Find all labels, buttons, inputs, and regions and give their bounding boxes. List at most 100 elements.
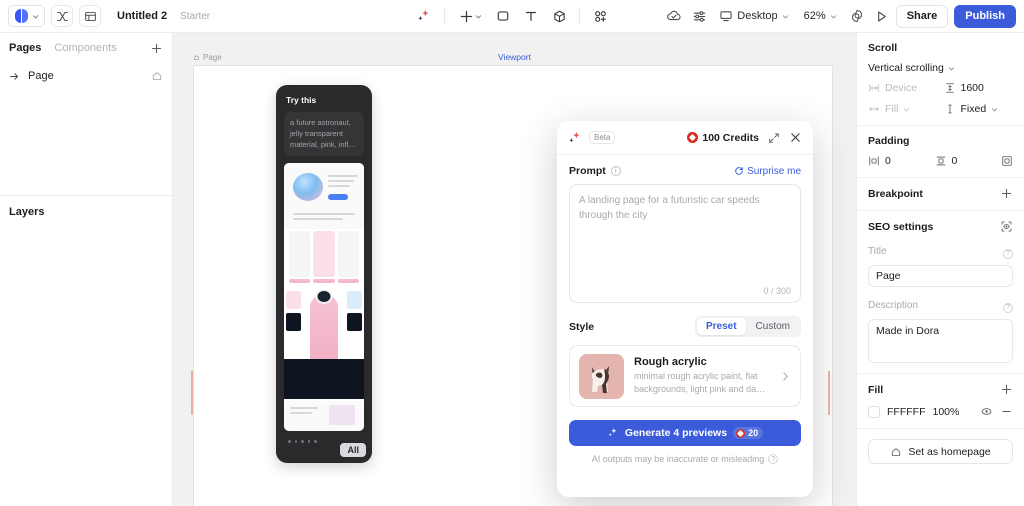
- fill-visibility-toggle[interactable]: [980, 405, 993, 418]
- sidebar-item-page[interactable]: Page: [0, 63, 172, 89]
- style-card-title: Rough acrylic: [634, 356, 707, 369]
- table-icon[interactable]: [79, 5, 101, 27]
- app-root: Untitled 2 Starter Desktop 62% Share Pub…: [0, 0, 1024, 506]
- question-icon: ?: [1003, 248, 1013, 259]
- chevron-down-icon: [32, 14, 39, 19]
- seo-title-help-icon[interactable]: ?: [1003, 242, 1013, 260]
- fixed-mode-field[interactable]: Fixed: [944, 103, 1014, 115]
- tab-custom[interactable]: Custom: [747, 318, 799, 335]
- selection-handle-right[interactable]: [828, 371, 830, 415]
- frame-tool[interactable]: [490, 4, 516, 28]
- components-icon: [594, 10, 606, 22]
- toolbar-divider: [444, 9, 445, 23]
- style-preset-card[interactable]: Rough acrylic minimal rough acrylic pain…: [569, 345, 801, 407]
- style-card-texts: Rough acrylic minimal rough acrylic pain…: [634, 356, 770, 395]
- shuffle-icon[interactable]: [51, 5, 73, 27]
- pages-components-tabs: Pages Components: [0, 33, 172, 63]
- tab-preset[interactable]: Preset: [696, 318, 746, 335]
- tab-pages[interactable]: Pages: [9, 42, 41, 54]
- cloud-check-icon[interactable]: [663, 5, 685, 27]
- padding-horizontal-value: 0: [885, 155, 891, 167]
- seo-description-input[interactable]: Made in Dora: [868, 319, 1013, 363]
- padding-vertical-field[interactable]: 0: [935, 155, 996, 167]
- publish-button[interactable]: Publish: [954, 4, 1016, 28]
- zoom-selector[interactable]: 62%: [798, 4, 843, 28]
- try-this-preview-thumbnail[interactable]: [284, 163, 364, 431]
- canvas-area[interactable]: Page Viewport Try this a future astronau…: [173, 33, 856, 506]
- astronaut-figure: [310, 295, 338, 367]
- set-as-homepage-button[interactable]: Set as homepage: [868, 439, 1013, 464]
- canvas-page-tag[interactable]: Page: [193, 53, 222, 62]
- add-page-button[interactable]: [150, 42, 163, 55]
- width-value: Device: [885, 82, 918, 94]
- beta-badge: Beta: [589, 131, 616, 144]
- try-this-prompt[interactable]: a future astronaut, jelly transparent ma…: [284, 112, 364, 156]
- breakpoint-header: Breakpoint: [868, 187, 1013, 200]
- collapse-arrows-icon[interactable]: [768, 132, 780, 144]
- generate-cost-badge: 20: [733, 427, 764, 439]
- height-value: 1600: [960, 82, 984, 94]
- eye-icon: [981, 408, 992, 415]
- surprise-me-label: Surprise me: [747, 165, 801, 177]
- padding-grid: 0 0: [868, 155, 1013, 167]
- try-this-panel: Try this a future astronaut, jelly trans…: [276, 85, 372, 463]
- generate-previews-label: Generate 4 previews: [624, 427, 728, 439]
- refresh-icon: [735, 167, 743, 175]
- padding-horizontal-field[interactable]: 0: [868, 155, 929, 167]
- insert-tool[interactable]: [452, 4, 488, 28]
- surprise-me-button[interactable]: Surprise me: [734, 166, 801, 177]
- width-icon: [869, 84, 879, 92]
- seo-scan-icon[interactable]: [1000, 220, 1013, 233]
- layers-section-title: Layers: [9, 206, 45, 218]
- width-field[interactable]: Device: [868, 82, 938, 94]
- device-label: Desktop: [737, 10, 778, 22]
- question-icon[interactable]: ?: [768, 454, 779, 464]
- seo-title-input[interactable]: Page: [868, 265, 1013, 287]
- prompt-header-row: Prompt i Surprise me: [569, 165, 801, 177]
- gear-icon[interactable]: [846, 5, 868, 27]
- toolbar-right-group: Desktop 62% Share Publish: [663, 4, 1016, 28]
- fill-color-swatch[interactable]: [868, 405, 880, 418]
- add-breakpoint-button[interactable]: [1000, 187, 1013, 200]
- app-logo-button[interactable]: [8, 5, 45, 27]
- share-button[interactable]: Share: [895, 4, 949, 28]
- ai-generate-dialog: Beta 100 Credits Prompt i Surprise me A …: [557, 121, 813, 497]
- credits-display[interactable]: 100 Credits: [687, 132, 759, 144]
- padding-all-button[interactable]: [1001, 155, 1013, 167]
- close-icon[interactable]: [789, 131, 802, 144]
- prompt-input[interactable]: A landing page for a futuristic car spee…: [569, 184, 801, 303]
- scroll-size-grid: Device 1600 Fill Fixed: [868, 82, 1013, 115]
- fill-opacity-value[interactable]: 100%: [932, 406, 959, 418]
- chevron-right-icon[interactable]: [780, 371, 791, 382]
- tab-components[interactable]: Components: [54, 42, 116, 54]
- selection-handle-left[interactable]: [191, 371, 193, 415]
- view-all-button[interactable]: All: [340, 443, 366, 457]
- plus-icon: [460, 10, 472, 22]
- device-selector[interactable]: Desktop: [713, 4, 794, 28]
- credits-label: 100 Credits: [702, 131, 759, 144]
- remove-fill-button[interactable]: [1000, 405, 1013, 418]
- preview-dark-section: [284, 359, 364, 399]
- sparkle-icon: [569, 131, 580, 142]
- add-fill-button[interactable]: [1000, 383, 1013, 396]
- seo-description-help-icon[interactable]: ?: [1003, 296, 1013, 314]
- padding-all-icon: [1002, 156, 1012, 166]
- sliders-icon[interactable]: [688, 5, 710, 27]
- play-icon[interactable]: [871, 5, 893, 27]
- height-field[interactable]: 1600: [944, 82, 1014, 94]
- info-icon[interactable]: i: [610, 166, 621, 176]
- text-tool[interactable]: [518, 4, 544, 28]
- padding-section-title: Padding: [868, 135, 910, 147]
- components-tool[interactable]: [587, 4, 613, 28]
- cube-icon: [553, 10, 565, 22]
- fill-mode-field[interactable]: Fill: [868, 103, 938, 115]
- generate-previews-button[interactable]: Generate 4 previews 20: [569, 420, 801, 446]
- minus-icon: [1002, 411, 1011, 412]
- ai-sparkle-tool[interactable]: [411, 4, 437, 28]
- scroll-mode-dropdown[interactable]: Vertical scrolling: [868, 62, 1013, 74]
- home-icon: [892, 447, 901, 456]
- right-sidebar: Scroll Vertical scrolling Device 1600 Fi…: [856, 33, 1024, 506]
- three-d-tool[interactable]: [546, 4, 572, 28]
- fill-hex-value[interactable]: FFFFFF: [887, 406, 925, 418]
- scroll-mode-value: Vertical scrolling: [868, 62, 944, 74]
